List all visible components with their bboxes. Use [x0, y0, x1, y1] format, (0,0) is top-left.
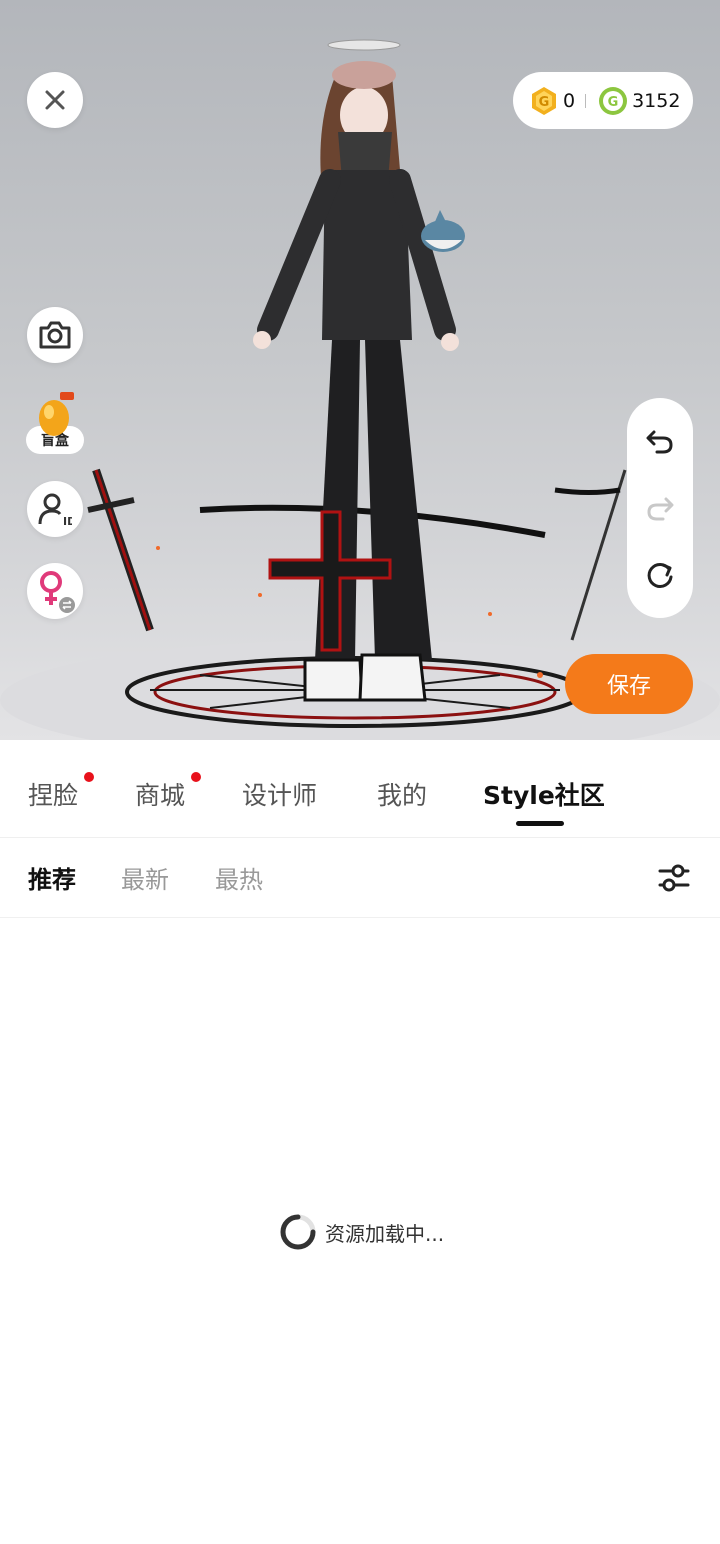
- green-coin-icon: G: [599, 86, 628, 115]
- gold-coin-balance: G 0: [529, 86, 575, 116]
- avatar-id-button[interactable]: ID: [27, 481, 83, 537]
- profile-id-icon: ID: [38, 493, 72, 526]
- save-button[interactable]: 保存: [565, 654, 693, 714]
- reset-icon[interactable]: [645, 560, 675, 590]
- tab-face[interactable]: 捏脸: [28, 776, 78, 812]
- sub-tab-bar: 推荐 最新 最热: [0, 838, 720, 918]
- shark-pet: [421, 210, 465, 252]
- tab-mine[interactable]: 我的: [377, 776, 427, 812]
- filter-icon[interactable]: [656, 860, 692, 896]
- subtab-recommended[interactable]: 推荐: [28, 860, 76, 895]
- gold-coin-value: 0: [563, 89, 576, 112]
- tab-designer[interactable]: 设计师: [242, 776, 317, 812]
- loading-spinner-icon: [280, 1214, 316, 1250]
- close-icon: [45, 90, 65, 110]
- tab-shop[interactable]: 商城: [135, 776, 185, 812]
- blind-box-button[interactable]: 盲盒: [26, 390, 86, 460]
- active-tab-indicator: [516, 821, 564, 826]
- loading-indicator: 资源加载中...: [279, 1212, 444, 1252]
- female-swap-icon: [40, 571, 75, 613]
- subtab-latest[interactable]: 最新: [121, 860, 169, 895]
- gender-switch-button[interactable]: [27, 563, 83, 619]
- sword-decoration: [87, 468, 154, 632]
- green-coin-balance: G 3152: [598, 86, 680, 116]
- edit-history-panel: [627, 398, 693, 618]
- tab-style-community[interactable]: Style社区: [483, 776, 605, 812]
- currency-divider: [585, 93, 587, 108]
- camera-button[interactable]: [27, 307, 83, 363]
- undo-icon[interactable]: [645, 426, 675, 456]
- svg-text:G: G: [608, 95, 619, 110]
- camera-icon: [39, 321, 71, 349]
- svg-text:G: G: [539, 95, 550, 110]
- svg-text:ID: ID: [63, 515, 72, 526]
- main-tab-bar: 捏脸 商城 设计师 我的 Style社区: [0, 740, 720, 838]
- green-coin-value: 3152: [632, 89, 681, 112]
- redo-icon[interactable]: [645, 493, 675, 523]
- close-button[interactable]: [27, 72, 83, 128]
- avatar-scene[interactable]: G 0 G 3152 盲盒 ID 保存: [0, 0, 720, 740]
- gold-coin-icon: G: [532, 86, 556, 115]
- tab-shop-notification-dot: [191, 772, 201, 782]
- spear-decoration: [570, 469, 627, 641]
- loading-text: 资源加载中...: [325, 1221, 445, 1246]
- currency-display[interactable]: G 0 G 3152: [513, 72, 693, 129]
- subtab-hottest[interactable]: 最热: [215, 860, 263, 895]
- egg-icon: [39, 392, 74, 436]
- tab-face-notification-dot: [84, 772, 94, 782]
